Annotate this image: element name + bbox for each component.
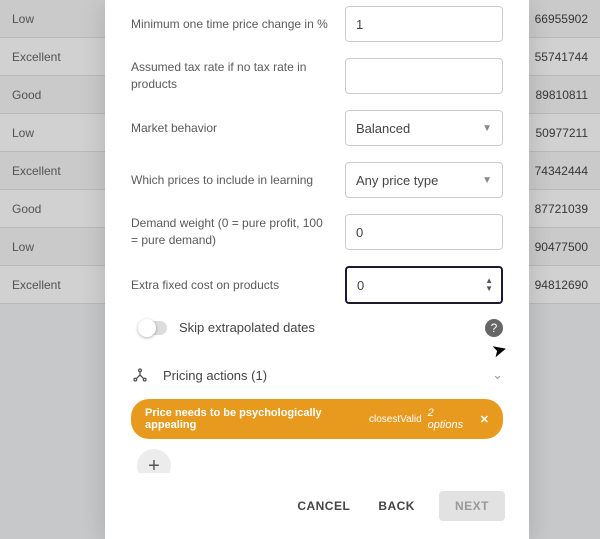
cancel-button[interactable]: CANCEL <box>293 491 354 521</box>
prices-include-label: Which prices to include in learning <box>131 172 333 189</box>
add-action-button[interactable]: + <box>137 449 171 473</box>
min-price-change-input[interactable] <box>345 6 503 42</box>
help-icon[interactable]: ? <box>485 319 503 337</box>
extra-fixed-cost-stepper[interactable]: ▲▼ <box>345 266 503 304</box>
min-price-change-label: Minimum one time price change in % <box>131 16 333 33</box>
stepper-icon[interactable]: ▲▼ <box>485 277 493 293</box>
next-button: NEXT <box>439 491 505 521</box>
branch-icon <box>131 367 149 383</box>
demand-weight-input[interactable] <box>345 214 503 250</box>
chip-options: 2 options <box>428 407 470 431</box>
skip-dates-label: Skip extrapolated dates <box>179 320 315 335</box>
modal-footer: CANCEL BACK NEXT <box>105 473 529 539</box>
market-behavior-label: Market behavior <box>131 120 333 137</box>
extra-fixed-cost-input[interactable] <box>347 268 501 302</box>
skip-dates-toggle[interactable] <box>139 321 167 335</box>
pricing-actions-label: Pricing actions (1) <box>163 368 267 383</box>
prices-include-value: Any price type <box>356 173 438 188</box>
market-behavior-value: Balanced <box>356 121 410 136</box>
market-behavior-select[interactable]: Balanced ▼ <box>345 110 503 146</box>
prices-include-select[interactable]: Any price type ▼ <box>345 162 503 198</box>
plus-icon: + <box>148 455 160 474</box>
extra-fixed-cost-label: Extra fixed cost on products <box>131 277 333 294</box>
chevron-down-icon: ⌄ <box>492 367 503 383</box>
chevron-down-icon: ▼ <box>482 175 492 186</box>
chevron-down-icon: ▼ <box>482 123 492 134</box>
back-button[interactable]: BACK <box>374 491 419 521</box>
demand-weight-label: Demand weight (0 = pure profit, 100 = pu… <box>131 215 333 249</box>
chip-bold: Price needs to be psychologically appeal… <box>145 407 363 431</box>
chip-code: closestValid <box>369 414 422 425</box>
close-icon[interactable]: ✕ <box>480 413 489 426</box>
tax-rate-input[interactable] <box>345 58 503 94</box>
tax-rate-label: Assumed tax rate if no tax rate in produ… <box>131 59 333 93</box>
action-chip[interactable]: Price needs to be psychologically appeal… <box>131 399 503 439</box>
section-pricing-actions[interactable]: Pricing actions (1) ⌄ <box>131 355 503 395</box>
pricing-modal: Minimum one time price change in % Assum… <box>105 0 529 539</box>
